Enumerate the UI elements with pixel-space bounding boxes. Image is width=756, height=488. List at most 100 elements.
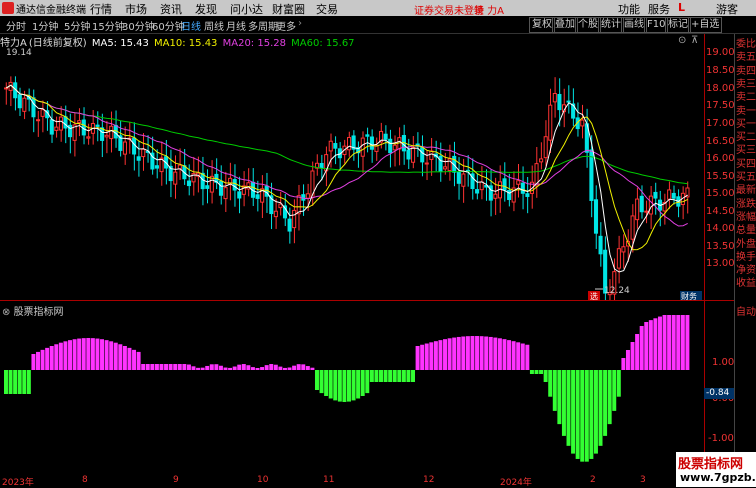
app-name: 通达信金融终端 [16,5,86,16]
indicator-bar [593,370,598,454]
indicator-bar [516,342,521,370]
menu-quotes[interactable]: 行情 [90,1,112,17]
quote-field-label: 买三 [736,145,756,157]
indicator-bar [127,347,132,370]
indicator-bar [292,365,297,370]
period-15min[interactable]: 15分钟 [92,18,125,33]
candle-body [539,158,544,163]
price-tick: 15.00 [706,188,735,199]
indicator-bar [200,367,205,370]
indicator-bar [324,370,329,396]
chart-collapse-icon[interactable]: ⊼ [691,35,698,46]
period-60min[interactable]: 60分钟 [152,18,185,33]
candle-body [552,92,557,103]
chevron-right-icon[interactable]: › [298,18,302,29]
indicator-bar [662,315,667,370]
indicator-bar [543,370,548,382]
period-intraday[interactable]: 分时 [6,18,26,33]
indicator-bar [86,338,91,370]
indicator-bar [657,316,662,370]
quote-field-label: 外盘 [736,238,756,250]
indicator-bar [260,367,265,370]
add-watchlist-button[interactable]: +自选 [688,17,723,33]
indicator-bar [598,370,603,446]
indicator-bar [40,349,45,370]
candle-body [443,166,448,170]
quote-field-label: 卖三 [736,78,756,90]
indicator-bar [319,370,324,394]
quote-field-label: 涨跌 [736,198,756,210]
candle-body [287,218,292,232]
indicator-bar [534,370,539,374]
indicator-bar [379,370,383,382]
indicator-bar [122,346,127,370]
indicator-bar [589,370,594,459]
period-daily[interactable]: 日线 [181,18,201,33]
indicator-bar [511,341,516,370]
price-tick: 13.00 [706,258,735,269]
indicator-bar [383,370,388,382]
menu-ask[interactable]: 问小达 [230,1,263,17]
menu-service[interactable]: 服务 [648,1,670,17]
indicator-bar [145,364,150,370]
period-toolbar: 分时 1分钟 5分钟 15分钟 30分钟 60分钟 日线 周线 月线 多周期 更… [0,16,756,34]
indicator-bar [95,338,100,370]
menu-wealth[interactable]: 财富圈 [272,1,305,17]
menu-news[interactable]: 资讯 [160,1,182,17]
indicator-bar [447,338,452,370]
period-more[interactable]: 更多 [276,18,296,33]
quote-field-label: 卖二 [736,92,756,104]
indicator-bar [237,364,242,370]
candle-body [154,165,159,169]
indicator-bar [561,370,566,436]
candle-body [292,209,297,229]
candle-body [122,141,127,155]
indicator-bar [502,339,507,370]
period-5min[interactable]: 5分钟 [64,18,90,33]
indicator-bar [493,337,498,370]
indicator-bar [269,364,274,370]
guest-user[interactable]: 游客 [716,1,738,17]
indicator-bar [479,336,484,370]
menu-function[interactable]: 功能 [618,1,640,17]
candle-body [95,124,100,127]
indicator-bar [356,370,361,399]
indicator-bar [54,344,59,370]
candle-body [525,193,530,197]
candle-body [31,97,36,118]
watermark-title: 股票指标网 [678,457,744,472]
indicator-histogram[interactable] [0,315,704,475]
indicator-bar [475,336,480,370]
indicator-bar [63,341,68,370]
candle-body [49,119,54,135]
indicator-bar [369,370,374,382]
indicator-bar [607,370,612,425]
period-weekly[interactable]: 周线 [204,18,224,33]
quote-field-label: 涨幅 [736,211,756,223]
menu-market[interactable]: 市场 [125,1,147,17]
candle-body [438,155,443,172]
period-30min[interactable]: 30分钟 [122,18,155,33]
ma10-line [6,84,688,251]
quote-field-label: 最新 [736,185,756,197]
indicator-bar [667,315,672,370]
candle-body [461,173,466,187]
menu-trade[interactable]: 交易 [316,1,338,17]
candle-body [328,140,333,152]
period-1min[interactable]: 1分钟 [32,18,58,33]
indicator-bar [548,370,553,397]
chart-settings-icon[interactable]: ⊙ [678,35,686,46]
indicator-bar [282,367,287,370]
level-badge[interactable]: L [678,1,685,14]
indicator-bar [13,370,18,394]
candle-body [557,93,562,111]
menu-discover[interactable]: 发现 [195,1,217,17]
period-monthly[interactable]: 月线 [226,18,246,33]
candlestick-chart[interactable]: 19.14 12.24 选 财务 [0,47,704,300]
indicator-bar [452,337,457,370]
date-tick: 11 [323,475,335,485]
period-multi[interactable]: 多周期 [248,18,278,33]
indicator-bar [218,365,223,370]
indicator-bar [209,364,214,370]
indicator-bar [77,338,82,370]
